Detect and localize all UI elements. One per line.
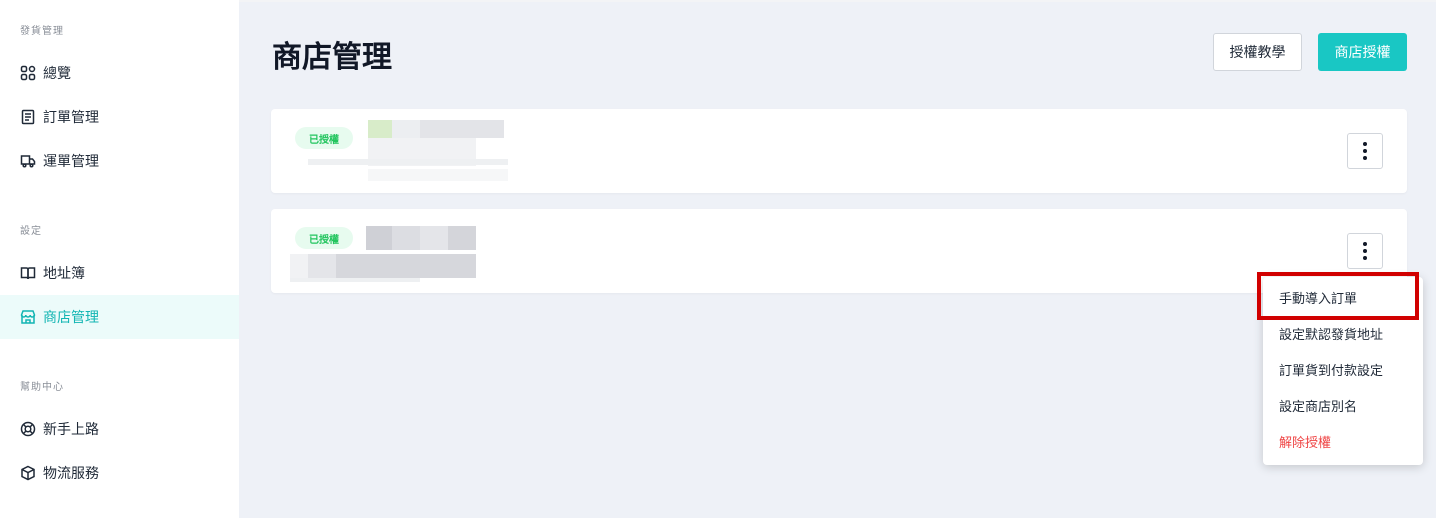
store-card: 已授權 bbox=[271, 109, 1407, 193]
redacted-block bbox=[392, 120, 420, 138]
more-dot bbox=[1363, 142, 1367, 146]
book-icon bbox=[20, 265, 36, 281]
redacted-block bbox=[290, 278, 420, 282]
document-icon bbox=[20, 109, 36, 125]
redacted-block bbox=[290, 254, 308, 278]
sidebar-item-waybills[interactable]: 運單管理 bbox=[0, 139, 239, 183]
menu-item-set-default-address[interactable]: 設定默認發貨地址 bbox=[1263, 315, 1423, 351]
more-options-button[interactable] bbox=[1347, 133, 1383, 169]
redacted-block bbox=[366, 226, 392, 250]
more-dot bbox=[1363, 256, 1367, 260]
redacted-block bbox=[308, 159, 508, 165]
sidebar-item-label: 總覽 bbox=[43, 66, 71, 82]
menu-item-cod-settings[interactable]: 訂單貨到付款設定 bbox=[1263, 351, 1423, 387]
sidebar-item-orders[interactable]: 訂單管理 bbox=[0, 95, 239, 139]
redacted-block bbox=[420, 120, 504, 138]
sidebar-item-label: 訂單管理 bbox=[43, 110, 99, 126]
sidebar-item-label: 地址簿 bbox=[43, 266, 85, 282]
redacted-block bbox=[368, 169, 508, 181]
redacted-block bbox=[448, 226, 476, 250]
more-dot bbox=[1363, 242, 1367, 246]
redacted-block bbox=[368, 120, 392, 138]
truck-icon bbox=[20, 153, 36, 169]
sidebar-item-label: 運單管理 bbox=[43, 154, 99, 170]
authorization-tutorial-button[interactable]: 授權教學 bbox=[1213, 33, 1302, 71]
status-badge: 已授權 bbox=[295, 127, 353, 149]
menu-item-set-store-alias[interactable]: 設定商店別名 bbox=[1263, 387, 1423, 423]
section-label-help: 幫助中心 bbox=[20, 382, 64, 393]
sidebar-item-label: 商店管理 bbox=[43, 310, 99, 326]
redacted-block bbox=[420, 226, 448, 250]
more-dot bbox=[1363, 156, 1367, 160]
redacted-block bbox=[336, 254, 476, 278]
sidebar-item-overview[interactable]: 總覽 bbox=[0, 51, 239, 95]
more-options-button[interactable] bbox=[1347, 233, 1383, 269]
grid-icon bbox=[20, 65, 36, 81]
redacted-block bbox=[308, 254, 336, 278]
sidebar-item-getting-started[interactable]: 新手上路 bbox=[0, 407, 239, 451]
menu-item-revoke-authorization[interactable]: 解除授權 bbox=[1263, 423, 1423, 459]
more-dot bbox=[1363, 149, 1367, 153]
sidebar-item-store-management[interactable]: 商店管理 bbox=[0, 295, 239, 339]
highlight-box bbox=[1257, 272, 1419, 320]
sidebar-item-label: 物流服務 bbox=[43, 466, 99, 482]
store-icon bbox=[20, 309, 36, 325]
more-dot bbox=[1363, 249, 1367, 253]
sidebar: 發貨管理 總覽 訂單管理 運單管理 設定 地址簿 商店管理 幫助中心 新手上路 … bbox=[0, 0, 239, 518]
lifebuoy-icon bbox=[20, 421, 36, 437]
section-label-settings: 設定 bbox=[20, 226, 42, 237]
store-card: 已授權 bbox=[271, 209, 1407, 293]
sidebar-item-address-book[interactable]: 地址簿 bbox=[0, 251, 239, 295]
sidebar-item-label: 新手上路 bbox=[43, 422, 99, 438]
box-icon bbox=[20, 465, 36, 481]
sidebar-item-logistics[interactable]: 物流服務 bbox=[0, 451, 239, 495]
status-badge: 已授權 bbox=[295, 227, 353, 249]
store-authorize-button[interactable]: 商店授權 bbox=[1318, 33, 1407, 71]
section-label-shipping: 發貨管理 bbox=[20, 26, 64, 37]
redacted-block bbox=[392, 226, 420, 250]
page-title: 商店管理 bbox=[272, 40, 392, 75]
